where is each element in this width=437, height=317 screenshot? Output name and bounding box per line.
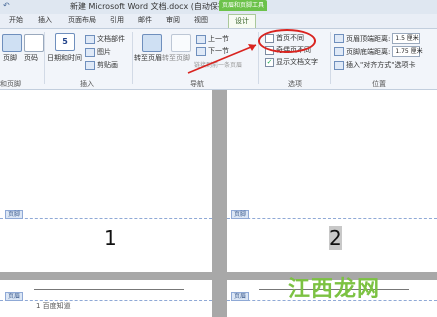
group-separator	[330, 32, 331, 84]
ribbon: 页脚 页码 和页脚 5 日期和时间 文档部件 图片 剪贴画 插入 转至页眉 转至…	[0, 29, 437, 90]
header-tag: 页眉	[231, 292, 250, 301]
footer-bottom-distance: 页脚底端距离: 1.75 厘米	[334, 46, 423, 57]
header-top-distance: 页眉顶端距离: 1.5 厘米	[334, 33, 421, 44]
footer-icon[interactable]	[2, 34, 22, 52]
picture-label: 图片	[97, 48, 111, 56]
picture-icon	[85, 47, 95, 57]
page-1[interactable]: 页脚 1	[0, 90, 212, 272]
title-bar: ↶ 新建 Microsoft Word 文档.docx (自动保存的) - M.…	[0, 0, 437, 15]
group-label-header-footer: 和页脚	[0, 80, 21, 88]
goto-header-icon[interactable]	[142, 34, 162, 52]
header-distance-icon	[334, 34, 344, 43]
undo-icon[interactable]: ↶	[3, 1, 10, 10]
tab-insert[interactable]: 插入	[38, 15, 52, 25]
footer-tag: 页脚	[231, 210, 250, 219]
calendar-icon[interactable]: 5	[55, 33, 75, 51]
group-label-options: 选项	[288, 80, 302, 88]
clipart-label: 剪贴画	[97, 61, 118, 69]
doc-parts-icon	[85, 34, 95, 44]
footer-boundary-line	[227, 218, 437, 219]
picture-button[interactable]: 图片	[85, 47, 111, 57]
tab-review[interactable]: 审阅	[166, 15, 180, 25]
doc-parts-label: 文档部件	[97, 35, 125, 43]
up-arrow-icon	[196, 34, 206, 44]
ribbon-tabs: 开始 插入 页面布局 引用 邮件 审阅 视图 设计	[0, 14, 437, 29]
tab-references[interactable]: 引用	[110, 15, 124, 25]
clipart-button[interactable]: 剪贴画	[85, 60, 118, 70]
watermark-logo: 江西龙网	[288, 277, 381, 302]
page-number-icon[interactable]	[24, 34, 44, 52]
next-section-label: 下一节	[208, 47, 229, 55]
alignment-tab-icon	[334, 60, 344, 70]
header-boundary-line	[0, 300, 212, 301]
next-section-button[interactable]: 下一节	[196, 46, 229, 56]
prev-section-button[interactable]: 上一节	[196, 34, 229, 44]
goto-footer-icon[interactable]	[171, 34, 191, 52]
goto-footer-button[interactable]: 转至页脚	[162, 53, 190, 63]
tab-view[interactable]: 视图	[194, 15, 208, 25]
show-doc-text-label: 显示文档文字	[276, 58, 318, 66]
header-top-input[interactable]: 1.5 厘米	[392, 33, 421, 44]
insert-alignment-tab-label: 插入"对齐方式"选项卡	[346, 61, 416, 69]
tab-mailings[interactable]: 邮件	[138, 15, 152, 25]
page-3[interactable]: 页眉 1 百度知道	[0, 280, 212, 317]
footer-bottom-input[interactable]: 1.75 厘米	[392, 46, 423, 57]
doc-parts-button[interactable]: 文档部件	[85, 34, 125, 44]
show-doc-text-checkbox[interactable]: ✓	[265, 57, 274, 67]
header-text: 1 百度知道	[36, 302, 71, 310]
group-separator	[44, 32, 45, 84]
footer-bottom-label: 页脚底端距离:	[346, 47, 391, 56]
footer-distance-icon	[334, 47, 344, 56]
footer-button-label[interactable]: 页脚	[3, 53, 17, 63]
prev-section-label: 上一节	[208, 35, 229, 43]
footer-tag: 页脚	[5, 210, 24, 219]
insert-alignment-tab-button[interactable]: 插入"对齐方式"选项卡	[334, 60, 415, 70]
header-tag: 页眉	[5, 292, 24, 301]
footer-boundary-line	[0, 218, 212, 219]
group-label-insert: 插入	[80, 80, 94, 88]
date-time-button[interactable]: 日期和时间	[47, 53, 82, 63]
page-2[interactable]: 页脚 2	[227, 90, 437, 272]
group-label-navigation: 导航	[190, 80, 204, 88]
page-number-2: 2	[329, 226, 342, 250]
annotation-circle	[258, 29, 316, 53]
page-number-1: 1	[104, 226, 117, 250]
context-group-header-footer-tools: 页眉和页脚工具	[219, 0, 267, 11]
header-top-label: 页眉顶端距离:	[346, 34, 391, 43]
show-doc-text-option[interactable]: ✓ 显示文档文字	[265, 57, 318, 67]
text-area-border	[34, 289, 184, 290]
tab-home[interactable]: 开始	[9, 15, 23, 25]
clipart-icon	[85, 60, 95, 70]
context-group-label: 页眉和页脚工具	[221, 2, 264, 9]
group-label-position: 位置	[372, 80, 386, 88]
goto-header-button[interactable]: 转至页眉	[134, 53, 162, 63]
down-arrow-icon	[196, 46, 206, 56]
tab-page-layout[interactable]: 页面布局	[68, 15, 96, 25]
link-to-previous-button[interactable]: 链接到前一条页眉	[194, 60, 242, 69]
page-number-button-label[interactable]: 页码	[24, 53, 38, 63]
group-separator	[132, 32, 133, 84]
tab-design[interactable]: 设计	[228, 14, 256, 28]
